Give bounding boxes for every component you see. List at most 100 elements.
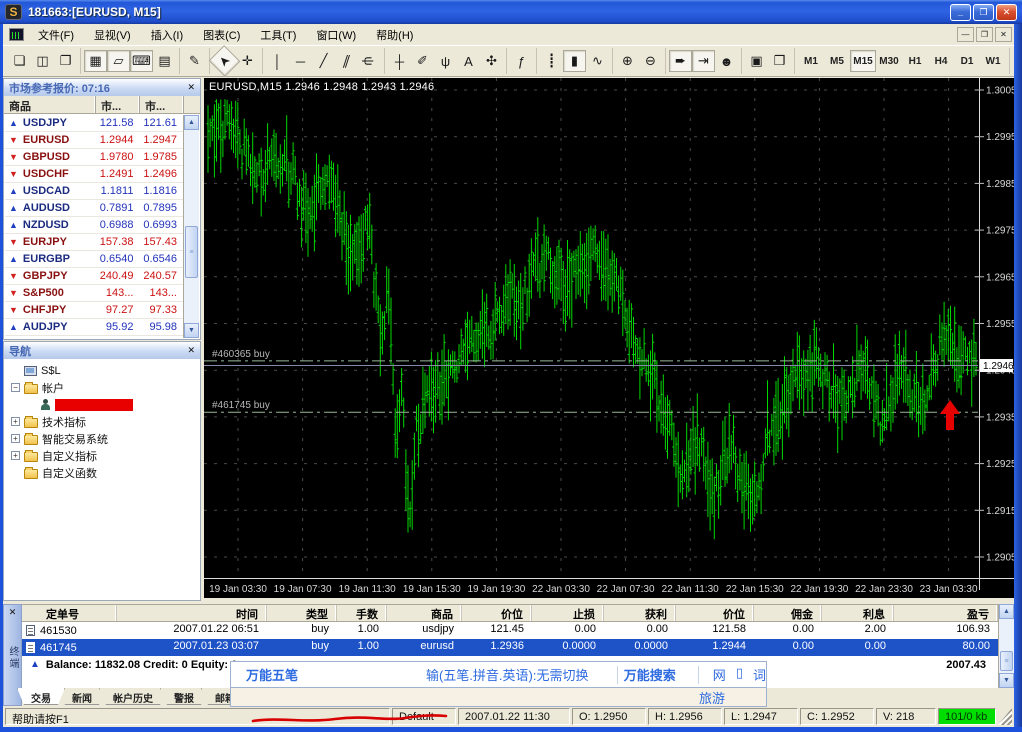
navigator-close-icon[interactable]: ✕ <box>187 345 195 356</box>
market-watch-row[interactable]: ▲AUDJPY95.9295.98 <box>5 319 183 336</box>
vertical-line-icon[interactable]: │ <box>266 50 289 72</box>
terminal-header-10[interactable]: 利息 <box>822 605 894 621</box>
candlestick-chart-icon[interactable]: ▮ <box>563 50 586 72</box>
close-button[interactable]: ✕ <box>996 4 1017 21</box>
expand-icon[interactable]: + <box>11 451 20 460</box>
market-watch-row[interactable]: ▼GBPUSD1.97801.9785 <box>5 149 183 166</box>
menu-item-1[interactable]: 显视(V) <box>84 24 141 46</box>
new-chart-icon[interactable]: ❏ <box>8 50 31 72</box>
zoom-in-icon[interactable]: ⊕ <box>616 50 639 72</box>
print-icon[interactable]: ❐ <box>54 50 77 72</box>
order-row[interactable]: 4617452007.01.23 03:07buy1.00eurusd1.293… <box>22 639 998 656</box>
timeframe-M30[interactable]: M30 <box>876 50 902 72</box>
ime-word-icon[interactable]: 词 <box>753 665 766 684</box>
tab-帐户历史[interactable]: 帐户历史 <box>99 688 167 705</box>
zoom-out-icon[interactable]: ⊖ <box>639 50 662 72</box>
navigator-item[interactable]: +技术指标 <box>4 413 200 430</box>
market-watch-row[interactable]: ▼USDCHF1.24911.2496 <box>5 166 183 183</box>
timeframe-H1[interactable]: H1 <box>902 50 928 72</box>
horizontal-line-icon[interactable]: ─ <box>289 50 312 72</box>
new-chart-window-icon[interactable]: ▣ <box>745 50 768 72</box>
navigator-item[interactable]: +自定义指标 <box>4 447 200 464</box>
menu-item-5[interactable]: 窗口(W) <box>306 24 366 46</box>
market-watch-row[interactable]: ▲USDCAD1.18111.1816 <box>5 183 183 200</box>
navigator-item[interactable]: −帐户 <box>4 379 200 396</box>
timeframe-M5[interactable]: M5 <box>824 50 850 72</box>
minimize-button[interactable]: _ <box>950 4 971 21</box>
terminal-icon[interactable]: ⌨ <box>130 50 153 72</box>
bar-chart-icon[interactable]: ┋ <box>540 50 563 72</box>
ime-web-icon[interactable]: 网 <box>713 665 726 684</box>
resize-grip[interactable] <box>998 708 1012 725</box>
expand-icon[interactable]: + <box>11 434 20 443</box>
market-watch-row[interactable]: ▲USDJPY121.58121.61 <box>5 115 183 132</box>
scroll-thumb[interactable]: ≡ <box>185 226 198 278</box>
line-chart-icon[interactable]: ∿ <box>586 50 609 72</box>
fibonacci-icon[interactable]: ψ <box>359 50 381 73</box>
properties-icon[interactable]: ▤ <box>153 50 176 72</box>
new-order-icon[interactable]: ✎ <box>183 50 206 72</box>
order-row[interactable]: 4615302007.01.22 06:51buy1.00usdjpy121.4… <box>22 622 998 639</box>
menu-item-3[interactable]: 图表(C) <box>193 24 250 46</box>
timeframe-H4[interactable]: H4 <box>928 50 954 72</box>
menu-item-4[interactable]: 工具(T) <box>250 24 306 46</box>
collapse-icon[interactable]: − <box>11 383 20 392</box>
market-watch-row[interactable]: ▲NZDUSD0.69880.6993 <box>5 217 183 234</box>
scroll-down-icon[interactable]: ▼ <box>184 323 199 338</box>
child-close-button[interactable]: ✕ <box>995 27 1012 42</box>
draw-arrows-icon[interactable]: ✐ <box>411 50 434 72</box>
timeframe-W1[interactable]: W1 <box>980 50 1006 72</box>
terminal-header-9[interactable]: 佣金 <box>754 605 822 621</box>
timeframe-D1[interactable]: D1 <box>954 50 980 72</box>
market-watch-row[interactable]: ▲AUDUSD0.78910.7895 <box>5 200 183 217</box>
terminal-close-icon[interactable]: ✕ <box>9 607 17 618</box>
market-watch-row[interactable]: ▼GBPJPY240.49240.57 <box>5 268 183 285</box>
market-watch-row[interactable]: ▼EURUSD1.29441.2947 <box>5 132 183 149</box>
scroll-thumb[interactable]: ≡ <box>1000 651 1013 671</box>
terminal-header-4[interactable]: 商品 <box>387 605 462 621</box>
terminal-scrollbar[interactable]: ▲ ≡ ▼ <box>998 604 1014 688</box>
menu-item-2[interactable]: 插入(I) <box>141 24 193 46</box>
terminal-header-5[interactable]: 价位 <box>462 605 532 621</box>
expand-icon[interactable]: + <box>11 417 20 426</box>
market-watch-row[interactable]: ▲EURGBP0.65400.6546 <box>5 251 183 268</box>
ime-search-button[interactable]: 万能搜索 <box>624 665 692 684</box>
grid-icon[interactable]: ┼ <box>388 50 411 72</box>
child-minimize-button[interactable]: — <box>957 27 974 42</box>
text-icon[interactable]: A <box>457 50 480 72</box>
scroll-up-icon[interactable]: ▲ <box>999 604 1014 619</box>
arrow-styles-icon[interactable]: ✣ <box>480 50 503 72</box>
ime-name[interactable]: 万能五笔 <box>231 665 426 684</box>
maximize-button[interactable]: ❐ <box>973 4 994 21</box>
market-watch-scrollbar[interactable]: ▲ ≡ ▼ <box>183 115 199 338</box>
indicators-icon[interactable]: ƒ <box>510 50 533 72</box>
market-watch-row[interactable]: ▼EURJPY157.38157.43 <box>5 234 183 251</box>
window-list-icon[interactable]: ❒ <box>768 50 791 72</box>
price-chart[interactable]: EURUSD,M15 1.2946 1.2948 1.2943 1.2946 #… <box>204 78 1014 598</box>
expert-advisors-icon[interactable]: ☻ <box>715 50 738 72</box>
terminal-header-6[interactable]: 止损 <box>532 605 604 621</box>
tab-交易[interactable]: 交易 <box>17 688 65 705</box>
ime-doc-icon[interactable]: ▯ <box>736 665 743 684</box>
navigator-icon[interactable]: ▱ <box>107 50 130 72</box>
timeframe-M15[interactable]: M15 <box>850 50 876 72</box>
market-watch-icon[interactable]: ▦ <box>84 50 107 72</box>
auto-scroll-icon[interactable]: ➨ <box>669 50 692 72</box>
equidistant-channel-icon[interactable]: ∥ <box>331 50 361 72</box>
scroll-up-icon[interactable]: ▲ <box>184 115 199 130</box>
terminal-header-7[interactable]: 获利 <box>604 605 676 621</box>
navigator-item[interactable]: 自定义函数 <box>4 464 200 481</box>
market-watch-header-0[interactable]: 商品 <box>4 96 96 113</box>
terminal-header-2[interactable]: 类型 <box>267 605 337 621</box>
menu-item-6[interactable]: 帮助(H) <box>366 24 423 46</box>
chart-shift-icon[interactable]: ⇥ <box>692 50 715 72</box>
ime-candidate[interactable]: 旅游 <box>699 688 725 707</box>
menu-item-0[interactable]: 文件(F) <box>28 24 84 46</box>
timeframe-M1[interactable]: M1 <box>798 50 824 72</box>
market-watch-header-2[interactable]: 市... <box>140 96 184 113</box>
scroll-down-icon[interactable]: ▼ <box>999 673 1014 688</box>
market-watch-row[interactable]: ▼CHFJPY97.2797.33 <box>5 302 183 319</box>
chart-canvas[interactable]: #460365 buy#461745 buy1.30051.29951.2985… <box>204 78 1014 598</box>
market-watch-header-1[interactable]: 市... <box>96 96 140 113</box>
market-watch-row[interactable]: ▼S&P500143...143... <box>5 285 183 302</box>
